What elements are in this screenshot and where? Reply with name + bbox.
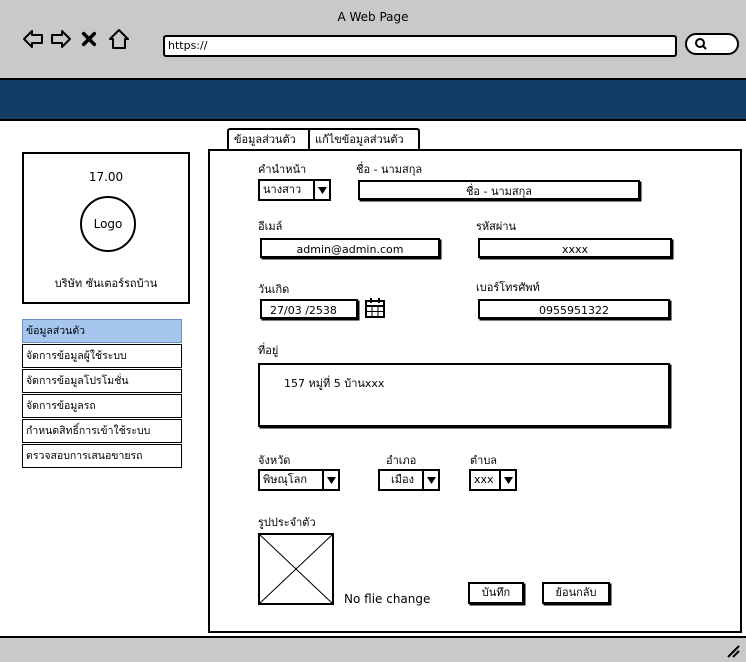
sidebar-item-permissions[interactable]: กำหนดสิทธิ์การเข้าใช้ระบบ xyxy=(22,419,182,443)
email-label: อีเมล์ xyxy=(258,220,283,233)
company-info-box: 17.00 Logo บริษัท ซันเตอร์รถบ้าน xyxy=(22,152,190,304)
sidebar-item-sales-review[interactable]: ตรวจสอบการเสนอขายรถ xyxy=(22,444,182,468)
back-button[interactable]: ย้อนกลับ xyxy=(542,582,610,604)
chevron-down-icon xyxy=(422,471,438,489)
file-status: No flie change xyxy=(344,592,431,606)
url-bar[interactable]: https:// xyxy=(163,35,677,57)
sidebar-item-users[interactable]: จัดการข้อมูลผู้ใช้ระบบ xyxy=(22,344,182,368)
photo-label: รูปประจำตัว xyxy=(258,516,316,529)
chevron-down-icon xyxy=(499,471,515,489)
name-input[interactable]: ชื่อ - นามสกุล xyxy=(358,180,640,200)
district-select-value: เมือง xyxy=(391,473,414,486)
province-select-value: พิษณุโลก xyxy=(263,473,308,486)
password-label: รหัสผ่าน xyxy=(476,220,517,233)
address-label: ที่อยู่ xyxy=(258,344,279,357)
tab-edit-profile[interactable]: แก้ไขข้อมูลส่วนตัว xyxy=(308,128,420,149)
profile-form: คำนำหน้า ชื่อ - นามสกุล นางสาว ชื่อ - นา… xyxy=(208,149,742,633)
name-label: ชื่อ - นามสกุล xyxy=(356,163,423,176)
sidebar-item-promotions[interactable]: จัดการข้อมูลโปรโมชั่น xyxy=(22,369,182,393)
forward-arrow-icon[interactable] xyxy=(50,28,72,50)
sidebar-item-profile[interactable]: ข้อมูลส่วนตัว xyxy=(22,319,182,343)
prefix-select-value: นางสาว xyxy=(263,183,302,196)
company-name: บริษัท ซันเตอร์รถบ้าน xyxy=(54,277,158,290)
subdistrict-select-value: xxx xyxy=(474,473,494,486)
birthdate-label: วันเกิด xyxy=(258,283,290,296)
back-arrow-icon[interactable] xyxy=(22,28,44,50)
status-bar xyxy=(0,636,746,662)
image-placeholder-icon[interactable] xyxy=(258,533,334,605)
birthdate-input[interactable]: 27/03 /2538 xyxy=(260,299,358,319)
password-input[interactable]: xxxx xyxy=(478,238,672,258)
phone-input[interactable]: 0955951322 xyxy=(478,299,670,319)
subdistrict-select[interactable]: xxx xyxy=(469,469,517,491)
tab-profile[interactable]: ข้อมูลส่วนตัว xyxy=(227,128,317,149)
close-icon[interactable] xyxy=(80,28,98,50)
save-button[interactable]: บันทึก xyxy=(468,582,524,604)
district-label: อำเภอ xyxy=(386,454,417,467)
chevron-down-icon xyxy=(313,181,329,199)
sidebar-item-cars[interactable]: จัดการข้อมูลรถ xyxy=(22,394,182,418)
chevron-down-icon xyxy=(322,471,338,489)
clock-time: 17.00 xyxy=(88,170,124,184)
resize-grip-icon[interactable] xyxy=(724,642,740,658)
home-icon[interactable] xyxy=(108,28,130,50)
email-input[interactable]: admin@admin.com xyxy=(260,238,440,258)
prefix-label: คำนำหน้า xyxy=(258,163,307,176)
browser-chrome: A Web Page https:// xyxy=(0,0,746,80)
search-icon[interactable] xyxy=(684,31,740,57)
company-logo: Logo xyxy=(80,196,136,252)
prefix-select[interactable]: นางสาว xyxy=(258,179,331,201)
phone-label: เบอร์โทรศัพท์ xyxy=(476,281,540,294)
calendar-icon[interactable] xyxy=(364,297,386,319)
subdistrict-label: ตำบล xyxy=(470,454,498,467)
address-textarea[interactable]: 157 หมู่ที่ 5 บ้านxxx xyxy=(258,363,670,427)
sidebar-menu: ข้อมูลส่วนตัว จัดการข้อมูลผู้ใช้ระบบ จัด… xyxy=(22,319,182,469)
window-title: A Web Page xyxy=(337,10,409,24)
province-select[interactable]: พิษณุโลก xyxy=(258,469,340,491)
district-select[interactable]: เมือง xyxy=(378,469,440,491)
header-banner xyxy=(0,80,746,121)
address-text: 157 หมู่ที่ 5 บ้านxxx xyxy=(284,377,385,390)
province-label: จังหวัด xyxy=(258,454,291,467)
